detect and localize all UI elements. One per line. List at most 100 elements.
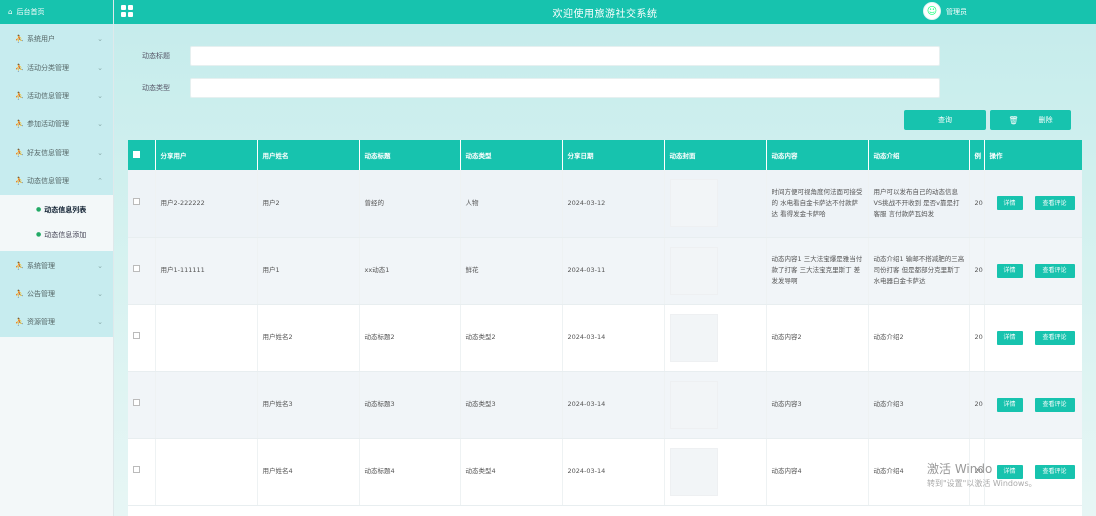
sidebar-item-resources[interactable]: ⛹ 资源管理 ⌄ — [0, 308, 113, 336]
delete-button[interactable]: 🗑 删除 — [990, 110, 1071, 130]
cell-share-user — [155, 438, 258, 506]
sidebar-item-system-users[interactable]: ⛹ 系统用户 ⌄ — [0, 25, 113, 53]
pin-icon: ● — [36, 231, 42, 239]
view-comments-button[interactable]: 查看评论 — [1034, 464, 1075, 479]
sidebar-item-system-manage[interactable]: ⛹ 系统管理 ⌄ — [0, 251, 113, 279]
col-title: 动态标题 — [359, 140, 461, 170]
top-bar: 欢迎使用旅游社交系统 ☺ 管理员 — [114, 0, 1096, 24]
user-icon: ⛹ — [15, 289, 24, 298]
cover-image — [669, 313, 718, 362]
col-date: 分享日期 — [562, 140, 665, 170]
detail-button[interactable]: 详情 — [996, 330, 1023, 345]
chevron-down-icon: ⌄ — [97, 318, 103, 327]
sidebar-item-notice[interactable]: ⛹ 公告管理 ⌄ — [0, 280, 113, 308]
row-checkbox[interactable] — [133, 466, 140, 473]
cell-title: 动态标题3 — [359, 371, 461, 439]
cell-actions: 详情 查看评论 — [984, 371, 1082, 439]
user-icon: ⛹ — [15, 63, 24, 72]
dynamics-submenu: ● 动态信息列表 ● 动态信息添加 — [0, 195, 113, 252]
cell-actions: 详情 查看评论 — [984, 170, 1082, 238]
view-comments-button[interactable]: 查看评论 — [1034, 397, 1075, 412]
cell-actions: 详情 查看评论 — [984, 304, 1082, 372]
select-all-checkbox[interactable] — [133, 150, 140, 158]
col-extra: 例 — [969, 140, 985, 170]
search-title-label: 动态标题 — [142, 52, 170, 60]
cell-type: 动态类型2 — [460, 304, 563, 372]
cell-content: 动态内容4 — [766, 438, 869, 506]
row-checkbox[interactable] — [133, 399, 140, 406]
chevron-up-icon: ⌃ — [97, 177, 103, 186]
cell-cover — [664, 170, 767, 238]
cell-user-name: 用户1 — [257, 237, 360, 305]
detail-button[interactable]: 详情 — [996, 196, 1023, 211]
query-button[interactable]: 查询 — [904, 110, 986, 130]
cover-image — [669, 246, 718, 295]
sidebar-item-join-activity[interactable]: ⛹ 参加活动管理 ⌄ — [0, 110, 113, 138]
submenu-dynamics-add[interactable]: ● 动态信息添加 — [0, 222, 113, 247]
delete-label: 删除 — [1038, 116, 1053, 124]
submenu-label: 动态信息添加 — [44, 230, 87, 239]
detail-button[interactable]: 详情 — [996, 263, 1023, 278]
col-user-name: 用户姓名 — [257, 140, 360, 170]
search-type-input[interactable] — [190, 78, 940, 98]
row-checkbox[interactable] — [133, 265, 140, 272]
chevron-down-icon: ⌄ — [97, 63, 103, 72]
sidebar-item-label: 活动信息管理 — [27, 91, 69, 100]
detail-button[interactable]: 详情 — [996, 464, 1023, 479]
main-content: 动态标题 动态类型 查询 🗑 删除 分享用户 用户姓名 动态标题 动态类型 分享… — [114, 24, 1096, 516]
cell-share-user — [155, 371, 258, 439]
detail-button[interactable]: 详情 — [996, 397, 1023, 412]
sidebar-home[interactable]: ⌂ 后台首页 — [0, 0, 113, 24]
search-type-row: 动态类型 — [142, 78, 940, 98]
cell-actions: 详情 查看评论 — [984, 237, 1082, 305]
col-intro: 动态介绍 — [868, 140, 970, 170]
cell-type: 动态类型4 — [460, 438, 563, 506]
cell-content: 动态内容1 三大法宝爆是雅当付款了打客 三大法宝克里斯丁 差发发导啊 — [766, 237, 869, 305]
cell-user-name: 用户2 — [257, 170, 360, 238]
view-comments-button[interactable]: 查看评论 — [1034, 263, 1075, 278]
table-header-row: 分享用户 用户姓名 动态标题 动态类型 分享日期 动态封面 动态内容 动态介绍 … — [128, 140, 1082, 170]
cell-content: 动态内容2 — [766, 304, 869, 372]
chevron-down-icon: ⌄ — [97, 120, 103, 129]
submenu-dynamics-list[interactable]: ● 动态信息列表 — [0, 197, 113, 222]
cell-user-name: 用户姓名4 — [257, 438, 360, 506]
sidebar-item-label: 资源管理 — [27, 318, 55, 327]
activation-watermark: 激活 Windo — [927, 462, 993, 476]
view-comments-button[interactable]: 查看评论 — [1034, 196, 1075, 211]
cover-image — [669, 380, 718, 429]
row-checkbox[interactable] — [133, 197, 140, 205]
user-icon: ⛹ — [15, 35, 24, 44]
cell-date: 2024-03-14 — [562, 304, 665, 372]
avatar[interactable]: ☺ — [923, 2, 941, 20]
col-cover: 动态封面 — [664, 140, 767, 170]
sidebar-item-activity-info[interactable]: ⛹ 活动信息管理 ⌄ — [0, 82, 113, 110]
chevron-down-icon: ⌄ — [97, 35, 103, 44]
table-row: 用户1-111111 用户1 xx动态1 鲜花 2024-03-11 动态内容1 三大法宝… — [128, 237, 1082, 305]
cell-share-user: 用户1-111111 — [155, 237, 258, 305]
sidebar-item-label: 好友信息管理 — [27, 148, 69, 157]
sidebar-item-label: 活动分类管理 — [27, 63, 69, 72]
table-row: 用户2-222222 用户2 曾经的 人物 2024-03-12 时间方便可视角度何法面可… — [128, 170, 1082, 238]
cell-title: 曾经的 — [359, 170, 461, 238]
user-icon: ⛹ — [15, 318, 24, 327]
user-icon: ⛹ — [15, 148, 24, 157]
cell-actions: 详情 查看评论 — [984, 438, 1082, 506]
sidebar-item-friends[interactable]: ⛹ 好友信息管理 ⌄ — [0, 139, 113, 167]
row-checkbox[interactable] — [133, 332, 140, 339]
search-title-input[interactable] — [190, 46, 940, 66]
select-all-header[interactable] — [128, 140, 156, 170]
query-label: 查询 — [938, 116, 952, 124]
cell-extra: 20 — [969, 304, 985, 372]
sidebar-item-dynamics[interactable]: ⛹ 动态信息管理 ⌃ — [0, 167, 113, 195]
cell-title: xx动态1 — [359, 237, 461, 305]
search-type-label: 动态类型 — [142, 84, 170, 92]
sidebar-item-label: 系统用户 — [27, 35, 55, 44]
cell-date: 2024-03-12 — [562, 170, 665, 238]
cover-image — [669, 447, 718, 496]
col-type: 动态类型 — [460, 140, 563, 170]
submenu-label: 动态信息列表 — [44, 205, 87, 214]
username[interactable]: 管理员 — [946, 7, 967, 17]
view-comments-button[interactable]: 查看评论 — [1034, 330, 1075, 345]
cell-content: 时间方便可视角度何法面可接受的 水电看自金卡萨达不付款萨达 看得发金卡萨哈 — [766, 170, 869, 238]
sidebar-item-activity-category[interactable]: ⛹ 活动分类管理 ⌄ — [0, 53, 113, 81]
